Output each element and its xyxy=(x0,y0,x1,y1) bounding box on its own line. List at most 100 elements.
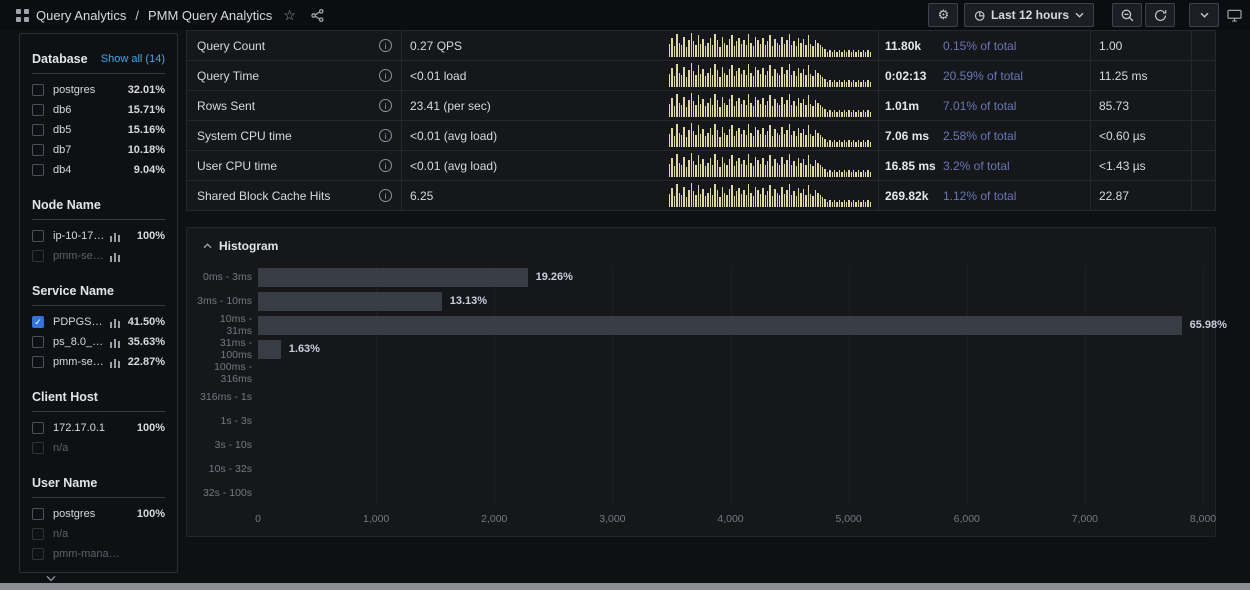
filter-item-label: PDPGSQL_14... xyxy=(53,316,106,328)
bar-chart-icon[interactable] xyxy=(110,317,121,328)
scroll-down-chevron[interactable] xyxy=(46,575,56,582)
histogram-header[interactable]: Histogram xyxy=(195,235,1207,257)
sparkline-bar xyxy=(765,135,766,147)
metric-percent-link[interactable]: 20.59% of total xyxy=(943,69,1023,83)
checkbox[interactable] xyxy=(32,336,44,348)
table-row[interactable]: Rows Senti23.41 (per sec)1.01m7.01% of t… xyxy=(187,91,1215,121)
sparkline-bar xyxy=(719,77,720,87)
checkbox[interactable]: ✓ xyxy=(32,316,44,328)
histogram-track xyxy=(258,388,1207,407)
sparkline-bar xyxy=(870,172,871,177)
share-icon[interactable] xyxy=(311,9,324,22)
filter-item[interactable]: ✓PDPGSQL_14...41.50% xyxy=(32,312,165,332)
filter-item[interactable]: pmm-server xyxy=(32,246,165,266)
sparkline-bar xyxy=(741,134,742,147)
histogram-track xyxy=(258,412,1207,431)
kiosk-mode-button[interactable] xyxy=(1227,9,1242,22)
info-icon[interactable]: i xyxy=(379,159,392,172)
bar-chart-icon[interactable] xyxy=(110,231,121,242)
histogram-row: 1s - 3s xyxy=(195,409,1207,433)
info-icon[interactable]: i xyxy=(379,39,392,52)
zoom-out-button[interactable] xyxy=(1112,3,1142,27)
checkbox[interactable] xyxy=(32,250,44,262)
filter-item[interactable]: n/a xyxy=(32,438,165,458)
sparkline-bar xyxy=(784,134,785,147)
filter-item[interactable]: ps_8.0_3.144...35.63% xyxy=(32,332,165,352)
table-row[interactable]: User CPU timei<0.01 (avg load)16.85 ms3.… xyxy=(187,151,1215,181)
dashboard-settings-button[interactable]: ⚙ xyxy=(928,3,958,27)
info-icon[interactable]: i xyxy=(379,129,392,142)
checkbox[interactable] xyxy=(32,356,44,368)
time-range-picker[interactable]: ◷ Last 12 hours xyxy=(964,3,1094,27)
checkbox[interactable] xyxy=(32,422,44,434)
checkbox[interactable] xyxy=(32,144,44,156)
table-row[interactable]: System CPU timei<0.01 (avg load)7.06 ms2… xyxy=(187,121,1215,151)
filter-item[interactable]: 172.17.0.1100% xyxy=(32,418,165,438)
sparkline-bar xyxy=(765,45,766,57)
filter-item[interactable]: db515.16% xyxy=(32,120,165,140)
checkbox[interactable] xyxy=(32,84,44,96)
metric-percent-link[interactable]: 2.58% of total xyxy=(943,129,1016,143)
sparkline-bar xyxy=(748,124,749,147)
metric-percent-link[interactable]: 3.2% of total xyxy=(943,159,1010,173)
metric-total-cell: 0:02:1320.59% of total xyxy=(878,61,1090,90)
star-icon[interactable]: ☆ xyxy=(283,7,296,24)
sparkline-bar xyxy=(698,65,699,87)
metric-percent-link[interactable]: 1.12% of total xyxy=(943,189,1016,203)
histogram-bar[interactable] xyxy=(258,316,1182,335)
table-row[interactable]: Query Counti0.27 QPS11.80k0.15% of total… xyxy=(187,31,1215,61)
filter-item[interactable]: n/a xyxy=(32,524,165,544)
filter-item[interactable]: pmm-managed xyxy=(32,544,165,564)
metric-percent-link[interactable]: 0.15% of total xyxy=(943,39,1016,53)
filter-item[interactable]: pmm-server-p...22.87% xyxy=(32,352,165,372)
sparkline-bar xyxy=(824,79,825,87)
filter-item[interactable]: db710.18% xyxy=(32,140,165,160)
checkbox[interactable] xyxy=(32,548,44,560)
horizontal-scrollbar[interactable] xyxy=(0,583,1250,590)
filter-item-label: n/a xyxy=(53,442,123,454)
filter-item[interactable]: db615.71% xyxy=(32,100,165,120)
bar-chart-icon[interactable] xyxy=(110,251,121,262)
table-row[interactable]: Shared Block Cache Hitsi6.25269.82k1.12%… xyxy=(187,181,1215,211)
bar-chart-icon[interactable] xyxy=(110,337,121,348)
sparkline-bar xyxy=(786,70,787,87)
apps-grid-icon[interactable] xyxy=(16,9,29,22)
checkbox[interactable] xyxy=(32,508,44,520)
checkbox[interactable] xyxy=(32,528,44,540)
filter-item[interactable]: postgres100% xyxy=(32,504,165,524)
sparkline-bar xyxy=(757,100,758,117)
metric-percent-link[interactable]: 7.01% of total xyxy=(943,99,1016,113)
refresh-button[interactable] xyxy=(1145,3,1175,27)
breadcrumb-section[interactable]: Query Analytics xyxy=(36,8,126,23)
info-icon[interactable]: i xyxy=(379,99,392,112)
checkbox[interactable] xyxy=(32,442,44,454)
checkbox[interactable] xyxy=(32,164,44,176)
metric-label: Query Count xyxy=(197,39,265,53)
table-row[interactable]: Query Timei<0.01 load0:02:1320.59% of to… xyxy=(187,61,1215,91)
scrollbar-thumb[interactable] xyxy=(0,583,1250,590)
sparkline-bar xyxy=(695,195,696,207)
sparkline-bar xyxy=(863,200,864,207)
histogram-bar[interactable] xyxy=(258,292,442,311)
bar-chart-icon[interactable] xyxy=(110,357,121,368)
info-icon[interactable]: i xyxy=(379,189,392,202)
checkbox[interactable] xyxy=(32,104,44,116)
checkbox[interactable] xyxy=(32,124,44,136)
sparkline-bar xyxy=(844,140,845,147)
show-all-link[interactable]: Show all (14) xyxy=(101,53,165,65)
sparkline-bar xyxy=(829,110,830,117)
filter-item[interactable]: db49.04% xyxy=(32,160,165,180)
sparkline-bar xyxy=(817,133,818,147)
histogram-bar[interactable] xyxy=(258,268,528,287)
histogram-bar[interactable] xyxy=(258,340,281,359)
metric-per-query-value: <1.43 µs xyxy=(1099,159,1146,173)
filter-item[interactable]: postgres32.01% xyxy=(32,80,165,100)
checkbox[interactable] xyxy=(32,230,44,242)
info-icon[interactable]: i xyxy=(379,69,392,82)
sparkline-bar xyxy=(767,41,768,57)
sparkline-bar xyxy=(717,190,718,207)
filter-item[interactable]: ip-10-178-0-1...100% xyxy=(32,226,165,246)
filter-item-label: postgres xyxy=(53,84,123,96)
filter-section-title: Node Name xyxy=(32,198,101,212)
refresh-interval-dropdown[interactable] xyxy=(1189,3,1219,27)
